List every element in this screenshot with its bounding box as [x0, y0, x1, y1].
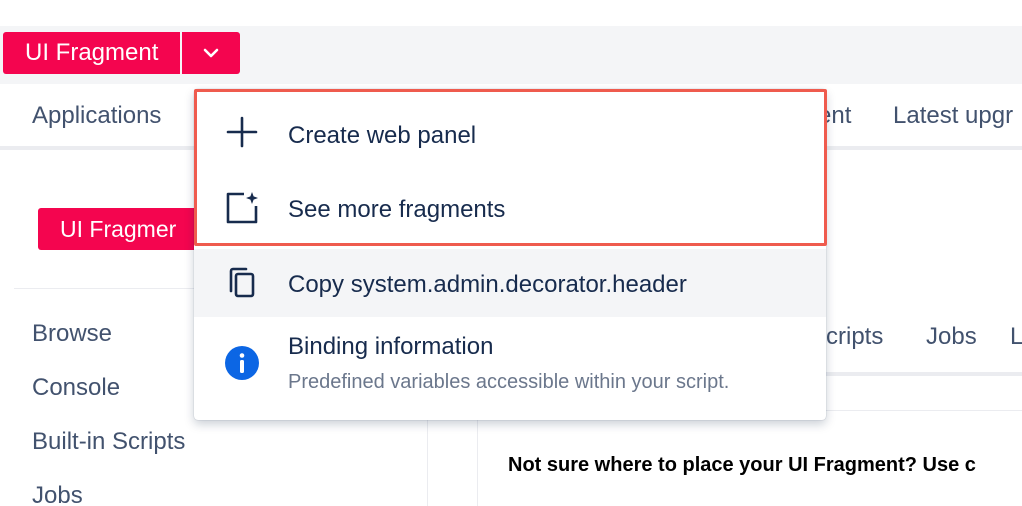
ui-fragment-button[interactable]: UI Fragment [3, 32, 181, 74]
menu-item-label: See more fragments [288, 196, 506, 223]
copy-icon [224, 265, 260, 301]
nav-item-latest-upgrade[interactable]: Latest upgr [893, 102, 1013, 130]
sidebar-item-console[interactable]: Console [32, 374, 120, 402]
page: UI Fragment Applications ent Latest upgr… [0, 0, 1022, 506]
tab-scripts[interactable]: cripts [826, 323, 883, 351]
menu-item-description: Predefined variables accessible within y… [288, 371, 730, 393]
menu-item-see-more-fragments[interactable]: See more fragments [194, 173, 826, 243]
sidebar-item-jobs[interactable]: Jobs [32, 482, 83, 506]
sidebar-item-browse[interactable]: Browse [32, 320, 112, 348]
placement-notice: Not sure where to place your UI Fragment… [508, 454, 976, 476]
sidebar-item-built-in-scripts[interactable]: Built-in Scripts [32, 428, 185, 456]
add-fragment-icon [224, 190, 260, 226]
info-icon [224, 345, 260, 381]
menu-item-label: Create web panel [288, 122, 477, 149]
menu-item-binding-information[interactable]: Binding information Predefined variables… [194, 317, 826, 413]
menu-item-label: Binding information [288, 333, 494, 360]
dropdown-toggle-button[interactable] [182, 32, 241, 74]
menu-item-create-web-panel[interactable]: Create web panel [194, 89, 826, 173]
ui-fragment-badge: UI Fragmer [38, 208, 208, 250]
content-border [477, 410, 478, 506]
fragment-dropdown-menu: Create web panel See more fragments Copy… [194, 89, 826, 420]
menu-item-copy-key[interactable]: Copy system.admin.decorator.header [194, 249, 826, 317]
chevron-down-icon [204, 48, 219, 58]
plus-icon [224, 114, 260, 150]
ui-fragment-split-button: UI Fragment [3, 32, 241, 74]
tab-more[interactable]: L [1010, 323, 1022, 351]
nav-item-applications[interactable]: Applications [32, 102, 161, 130]
tab-jobs[interactable]: Jobs [926, 323, 977, 351]
menu-item-label: Copy system.admin.decorator.header [288, 271, 687, 298]
